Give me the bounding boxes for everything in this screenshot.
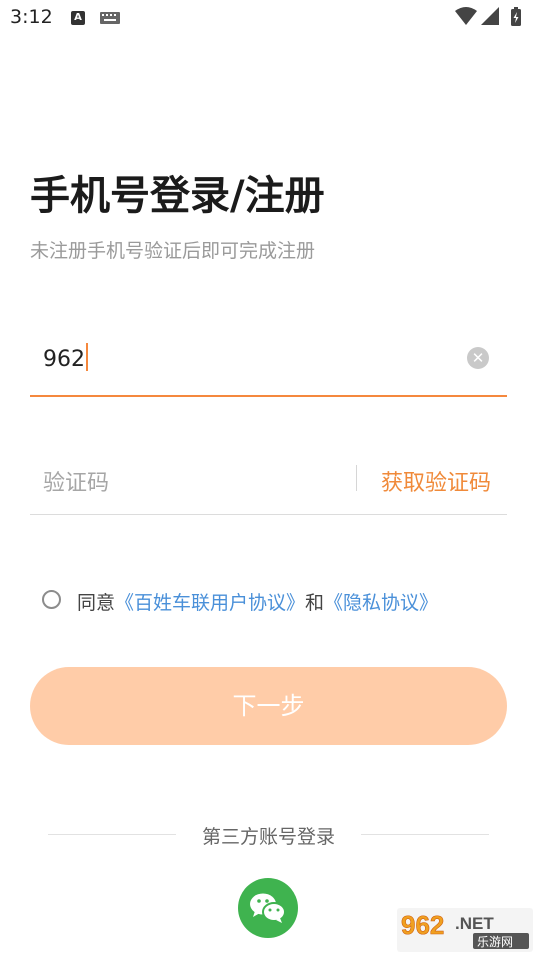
status-bar: 3:12 A xyxy=(0,0,537,36)
battery-icon xyxy=(511,7,521,26)
third-party-label: 第三方账号登录 xyxy=(201,826,335,848)
status-icons xyxy=(455,7,521,26)
phone-input[interactable]: 962 ✕ xyxy=(30,325,507,397)
next-button[interactable]: 下一步 xyxy=(30,667,507,745)
code-placeholder: 验证码 xyxy=(43,471,110,496)
privacy-link[interactable]: 《隐私协议》 xyxy=(324,592,438,614)
code-input[interactable]: 验证码 获取验证码 xyxy=(30,445,507,515)
svg-text:乐游网: 乐游网 xyxy=(477,935,513,949)
wechat-icon xyxy=(250,893,286,923)
clear-icon[interactable]: ✕ xyxy=(467,347,489,369)
agree-radio[interactable] xyxy=(42,590,61,609)
user-agreement-link[interactable]: 《百姓车联用户协议》 xyxy=(115,592,305,614)
status-time: 3:12 xyxy=(10,6,53,28)
watermark-logo: 962 .NET 乐游网 xyxy=(397,908,533,952)
page-subtitle: 未注册手机号验证后即可完成注册 xyxy=(30,240,316,262)
code-divider xyxy=(356,465,357,491)
svg-text:962: 962 xyxy=(401,910,444,940)
notification-a-icon: A xyxy=(71,11,85,25)
signal-icon xyxy=(481,7,499,25)
keyboard-icon xyxy=(100,12,120,24)
divider-right xyxy=(361,834,489,835)
wifi-icon xyxy=(455,7,477,25)
text-cursor xyxy=(86,343,88,371)
page-title: 手机号登录/注册 xyxy=(30,173,325,219)
get-code-button[interactable]: 获取验证码 xyxy=(381,465,491,497)
agree-and: 和 xyxy=(305,592,325,614)
agree-prefix: 同意 xyxy=(77,592,116,614)
svg-text:.NET: .NET xyxy=(455,914,494,933)
phone-value: 962 xyxy=(43,343,88,372)
wechat-login-button[interactable] xyxy=(238,878,298,938)
